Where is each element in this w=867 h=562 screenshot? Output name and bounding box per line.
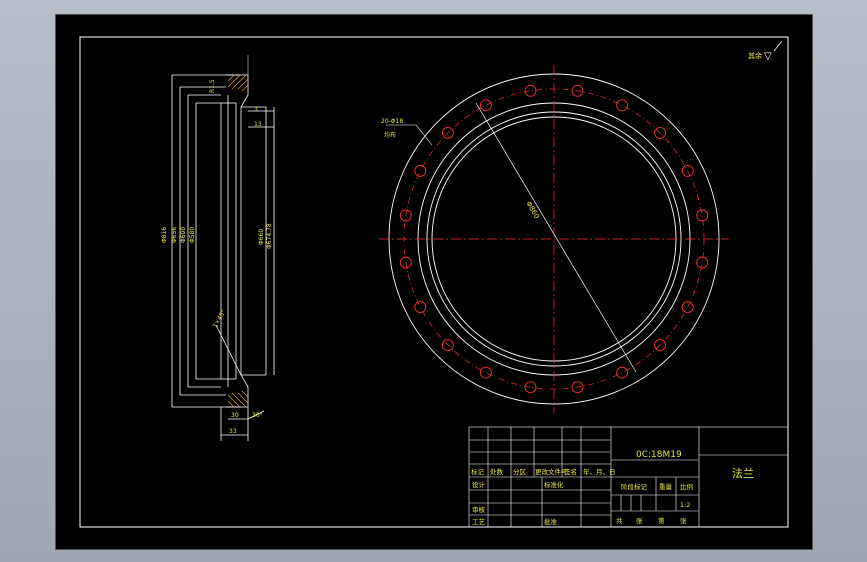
tb-sheet-no: 第 — [658, 516, 665, 525]
dim-674: Φ674.78 — [266, 223, 273, 249]
dim-13: 13 — [254, 121, 262, 128]
bolt-hole — [524, 84, 537, 97]
tb-design: 设计 — [472, 480, 486, 489]
diameter-dim-line — [475, 102, 637, 373]
part-name: 法兰 — [732, 466, 754, 480]
bolt-hole — [696, 209, 709, 222]
tb-scale: 1:2 — [680, 501, 690, 509]
bolt-hole — [616, 99, 629, 112]
dim-fillet: R1.5 — [209, 79, 216, 93]
bolt-hole — [524, 381, 537, 394]
drawing-canvas[interactable]: 其余 ▽ Φ816 Φ656 Φ600 Φ580 Φ660 Φ674.78 R1… — [55, 14, 813, 550]
bolt-hole — [696, 256, 709, 269]
tb-count: 处数 — [490, 467, 504, 476]
tb-process: 工艺 — [472, 518, 486, 526]
bolt-hole — [616, 366, 629, 379]
bolt-hole — [414, 164, 427, 177]
drawing-svg: 其余 ▽ Φ816 Φ656 Φ600 Φ580 Φ660 Φ674.78 R1… — [79, 36, 789, 528]
dim-3: 3 — [254, 106, 258, 113]
tb-audit: 审核 — [472, 505, 486, 514]
dim-660: Φ660 — [258, 229, 265, 245]
dim-656: Φ656 — [171, 227, 178, 243]
dim-bevel: 1×45° — [212, 309, 228, 329]
tb-standardize: 标准化 — [544, 480, 564, 489]
dim-580: Φ580 — [189, 227, 196, 243]
tb-approve: 批准 — [544, 517, 558, 526]
cad-window: 其余 ▽ Φ816 Φ656 Φ600 Φ580 Φ660 Φ674.78 R1… — [0, 0, 867, 562]
dim-600: Φ600 — [180, 227, 187, 243]
tb-stage-mark: 阶段标记 — [621, 482, 648, 491]
side-section-view — [171, 55, 275, 441]
tb-sheet-no2: 张 — [680, 516, 687, 525]
tb-sheet-of: 张 — [636, 516, 643, 525]
roughness-mark: ▽ — [764, 51, 772, 62]
front-view — [379, 65, 729, 413]
dim-30deg: 30° — [252, 412, 263, 419]
bolt-hole — [479, 366, 492, 379]
tb-mark: 标记 — [471, 467, 485, 476]
dim-33: 33 — [229, 428, 237, 435]
tb-sign: 签名 — [564, 467, 577, 476]
bolt-hole — [414, 301, 427, 314]
dim-30: 30 — [231, 412, 239, 419]
inner-border — [79, 36, 789, 528]
tb-weight: 重量 — [659, 483, 673, 491]
tb-date: 年、月、日 — [583, 467, 616, 476]
drawing-number: 0C:18M19 — [636, 450, 682, 460]
bolt-hole — [479, 99, 492, 112]
tb-sheets: 共 — [616, 516, 623, 525]
dim-816: Φ816 — [161, 227, 168, 243]
tb-scale-label: 比例 — [680, 482, 693, 491]
roughness-label: 其余 — [748, 51, 762, 60]
hole-callout-even: 均布 — [384, 131, 396, 139]
tb-zone: 分区 — [513, 467, 527, 476]
hole-callout: 20-Φ18 — [381, 118, 403, 125]
dim-diagonal: Φ860 — [524, 200, 541, 220]
